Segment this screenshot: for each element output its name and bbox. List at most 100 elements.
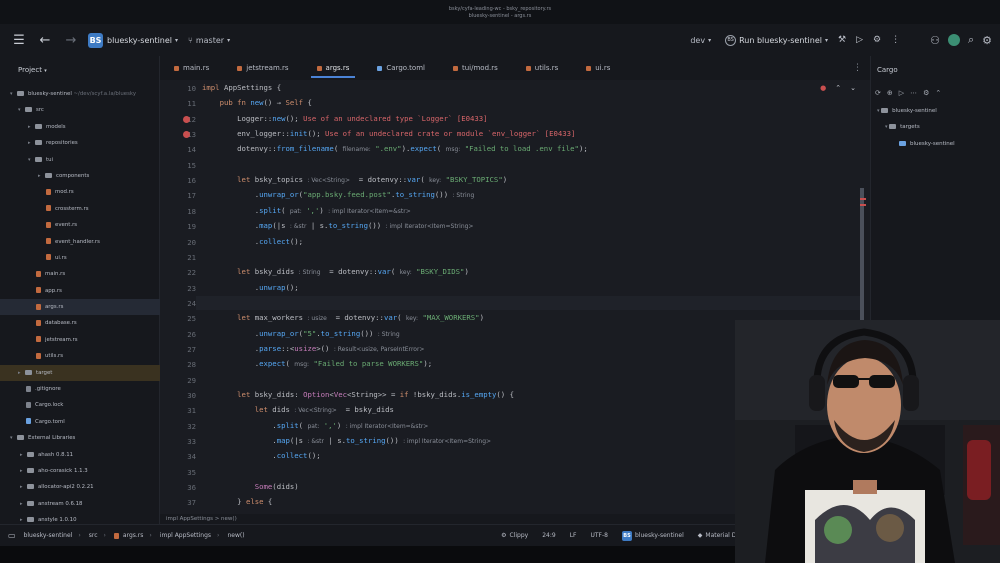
tree-item[interactable]: Cargo.toml (0, 414, 160, 430)
code-line[interactable]: .map(|s : &str | s.to_string()) : impl I… (202, 221, 474, 230)
chevron-right-icon[interactable]: ▸ (20, 479, 27, 495)
status-fn[interactable]: new() (227, 532, 244, 539)
search-icon[interactable]: ⌕ (968, 33, 974, 47)
status-scope[interactable]: impl AppSettings (160, 532, 211, 539)
status-layout-icon[interactable]: ▭ (8, 531, 16, 540)
tree-item[interactable]: Cargo.lock (0, 397, 160, 413)
file-encoding[interactable]: UTF-8 (591, 532, 609, 539)
code-line[interactable]: let max_workers : usize = dotenvy::var( … (202, 313, 484, 322)
code-line[interactable]: env_logger::init(); Use of an undeclared… (202, 129, 575, 138)
tree-item[interactable]: args.rs (0, 299, 160, 316)
forward-arrow-icon[interactable]: → (64, 33, 78, 48)
hamburger-menu-icon[interactable]: ☰ (12, 33, 26, 48)
tree-item[interactable]: crossterm.rs (0, 201, 160, 217)
tree-item[interactable]: jetstream.rs (0, 332, 160, 348)
cargo-project-item[interactable]: ▾ bluesky-sentinel (877, 108, 937, 114)
editor-tab[interactable]: Cargo.toml (363, 56, 439, 80)
project-badge[interactable]: BS (88, 32, 103, 48)
tree-item[interactable]: ▾ bluesky-sentinel ~/dev/scyf.a.la/bluesk… (0, 86, 160, 102)
error-count-icon[interactable]: ● (820, 84, 826, 92)
code-line[interactable]: Logger::new(); Use of an undeclared type… (202, 114, 487, 123)
chevron-down-icon[interactable]: ▾ (18, 102, 25, 118)
code-line[interactable]: .unwrap_or("app.bsky.feed.post".to_strin… (202, 190, 475, 199)
tree-item[interactable]: database.rs (0, 315, 160, 331)
expand-icon[interactable]: ⊕ (887, 89, 893, 97)
code-line[interactable]: .map(|s : &str | s.to_string()) : impl I… (202, 436, 491, 445)
tree-item[interactable]: .gitignore (0, 381, 160, 397)
code-line[interactable]: .split( pat: ',') : impl Iterator<Item=&… (202, 206, 411, 215)
chevron-down-icon[interactable]: ▾ (10, 430, 17, 446)
tree-item[interactable]: ▸ target (0, 364, 160, 382)
code-line[interactable]: pub fn new() → Self { (202, 98, 312, 107)
tree-item[interactable]: ▾ tui (0, 152, 160, 168)
tree-item[interactable]: event_handler.rs (0, 234, 160, 250)
code-line[interactable]: let dids : Vec<String> = bsky_dids (202, 405, 394, 414)
settings-icon[interactable]: ⚙ (923, 89, 929, 97)
inspection-widget[interactable]: ● ⌃ ⌄ (820, 84, 856, 92)
editor-scrollbar[interactable] (860, 188, 864, 338)
build-hammer-icon[interactable]: ⚒ (838, 35, 846, 45)
collapse-icon[interactable]: ⌃ (935, 89, 941, 97)
add-user-icon[interactable]: ⚇ (930, 34, 940, 47)
editor-tab[interactable]: main.rs (160, 56, 223, 80)
status-project[interactable]: bluesky-sentinel (24, 532, 73, 539)
tree-item[interactable]: ▸ allocator-api2 0.2.21 (0, 479, 160, 495)
error-stripe-marker[interactable] (860, 198, 866, 200)
debug-icon[interactable]: ⚙ (873, 35, 881, 45)
cargo-target-item[interactable]: bluesky-sentinel (899, 141, 955, 147)
code-line[interactable]: let bsky_dids: Option<Vec<String>> = if … (202, 390, 514, 399)
back-arrow-icon[interactable]: ← (38, 33, 52, 48)
chevron-right-icon[interactable]: ▸ (20, 496, 27, 512)
tree-item[interactable]: utils.rs (0, 348, 160, 364)
editor-tab[interactable]: args.rs (303, 56, 364, 80)
tree-item[interactable]: app.rs (0, 283, 160, 299)
tree-item[interactable]: ▾ src (0, 102, 160, 118)
error-gutter-icon[interactable] (183, 115, 190, 123)
editor-tab[interactable]: ui.rs (572, 56, 624, 80)
code-line[interactable]: .collect(); (202, 451, 320, 460)
code-line[interactable]: } else { (202, 497, 272, 506)
down-arrow-icon[interactable]: ⌄ (850, 84, 856, 92)
tree-item[interactable]: ▸ components (0, 168, 160, 184)
tree-item[interactable]: main.rs (0, 266, 160, 282)
project-selector[interactable]: bluesky-sentinel (107, 36, 172, 45)
status-src[interactable]: src (89, 532, 98, 539)
tree-item[interactable]: ▸ aho-corasick 1.1.3 (0, 463, 160, 479)
code-line[interactable]: let bsky_topics : Vec<String> = dotenvy:… (202, 175, 507, 184)
cargo-targets-item[interactable]: ▾ targets (885, 124, 920, 130)
chevron-down-icon[interactable]: ▾ (28, 152, 35, 168)
editor-tab[interactable]: utils.rs (512, 56, 572, 80)
code-line[interactable]: .split( pat: ',') : impl Iterator<Item=&… (202, 421, 428, 430)
tree-item[interactable]: ui.rs (0, 250, 160, 266)
chevron-right-icon[interactable]: ▸ (20, 463, 27, 479)
tree-item[interactable]: ▸ ahash 0.8.11 (0, 447, 160, 463)
tree-item[interactable]: ▾ External Libraries (0, 430, 160, 446)
error-gutter-icon[interactable] (183, 131, 190, 139)
run-icon[interactable]: ▷ (899, 89, 904, 97)
chevron-right-icon[interactable]: ▸ (20, 447, 27, 463)
chevron-down-icon[interactable]: ▾ (10, 86, 17, 102)
tree-item[interactable]: event.rs (0, 217, 160, 233)
up-arrow-icon[interactable]: ⌃ (835, 84, 841, 92)
code-line[interactable]: .collect(); (202, 237, 303, 246)
project-panel-title[interactable]: Project ▾ (18, 66, 47, 74)
code-line[interactable]: impl AppSettings { (202, 83, 281, 92)
code-line[interactable]: .unwrap(); (202, 283, 299, 292)
run-config-selector[interactable]: Run bluesky-sentinel (739, 36, 822, 45)
chevron-right-icon[interactable]: ▸ (28, 119, 35, 135)
editor-tab[interactable]: tui/mod.rs (439, 56, 512, 80)
code-line[interactable]: dotenvy::from_filename( filename: ".env"… (202, 144, 588, 153)
ai-assistant-icon[interactable] (947, 34, 960, 46)
tabs-more-icon[interactable]: ⋮ (853, 63, 862, 73)
tree-item[interactable]: ▸ anstream 0.6.18 (0, 496, 160, 512)
code-line[interactable]: let bsky_dids : String = dotenvy::var( k… (202, 267, 469, 276)
code-line[interactable]: .unwrap_or("5".to_string()) : String (202, 329, 400, 338)
status-file[interactable]: args.rs (113, 532, 143, 539)
caret-position[interactable]: 24:9 (542, 532, 555, 539)
tree-item[interactable]: mod.rs (0, 184, 160, 200)
branch-selector[interactable]: master (196, 36, 224, 45)
status-project-switcher[interactable]: BS bluesky-sentinel (622, 530, 684, 541)
dev-profile-selector[interactable]: dev (690, 36, 705, 45)
line-ending[interactable]: LF (570, 532, 577, 539)
code-line[interactable]: Some(dids) (202, 482, 299, 491)
